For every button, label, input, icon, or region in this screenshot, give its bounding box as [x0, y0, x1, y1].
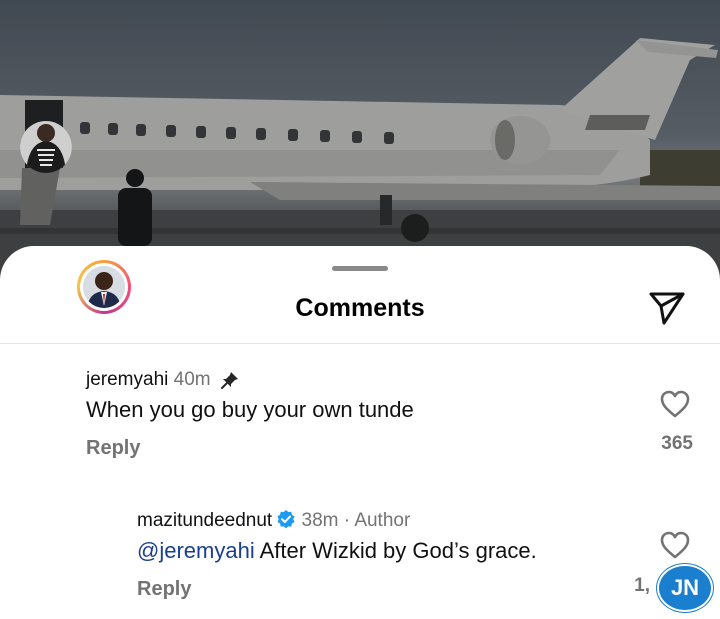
- like-count: 365: [661, 433, 693, 454]
- comment-meta: mazitundeednut 38m · Author: [137, 509, 410, 532]
- reply-button[interactable]: Reply: [137, 578, 191, 601]
- mention-link[interactable]: @jeremyahi: [137, 538, 255, 563]
- separator: ·: [343, 510, 351, 531]
- story-ring-avatar[interactable]: [77, 260, 131, 314]
- like-count: 1,: [634, 575, 650, 596]
- heart-icon[interactable]: [660, 390, 690, 418]
- comment-meta: jeremyahi 40m: [86, 369, 240, 391]
- comment-time: 40m: [173, 369, 211, 390]
- comment-text: When you go buy your own tunde: [86, 397, 414, 422]
- heart-icon[interactable]: [660, 531, 690, 559]
- avatar-image: [20, 121, 72, 173]
- author-label: Author: [354, 510, 411, 531]
- avatar-image: [83, 266, 125, 308]
- send-icon[interactable]: [648, 290, 686, 326]
- comment-body: After Wizkid by God’s grace.: [254, 538, 537, 563]
- comment-username[interactable]: jeremyahi: [86, 369, 168, 390]
- comment-username[interactable]: mazitundeednut: [137, 510, 272, 531]
- comment-text: @jeremyahi After Wizkid by God’s grace.: [137, 538, 537, 564]
- pin-icon: [220, 371, 238, 389]
- jn-watermark-logo: JN: [657, 564, 713, 612]
- drag-handle[interactable]: [332, 266, 388, 271]
- divider: [0, 343, 720, 344]
- avatar[interactable]: [20, 121, 72, 173]
- verified-icon: [277, 510, 295, 529]
- reply-button[interactable]: Reply: [86, 437, 140, 460]
- comment-time: 38m: [301, 510, 339, 531]
